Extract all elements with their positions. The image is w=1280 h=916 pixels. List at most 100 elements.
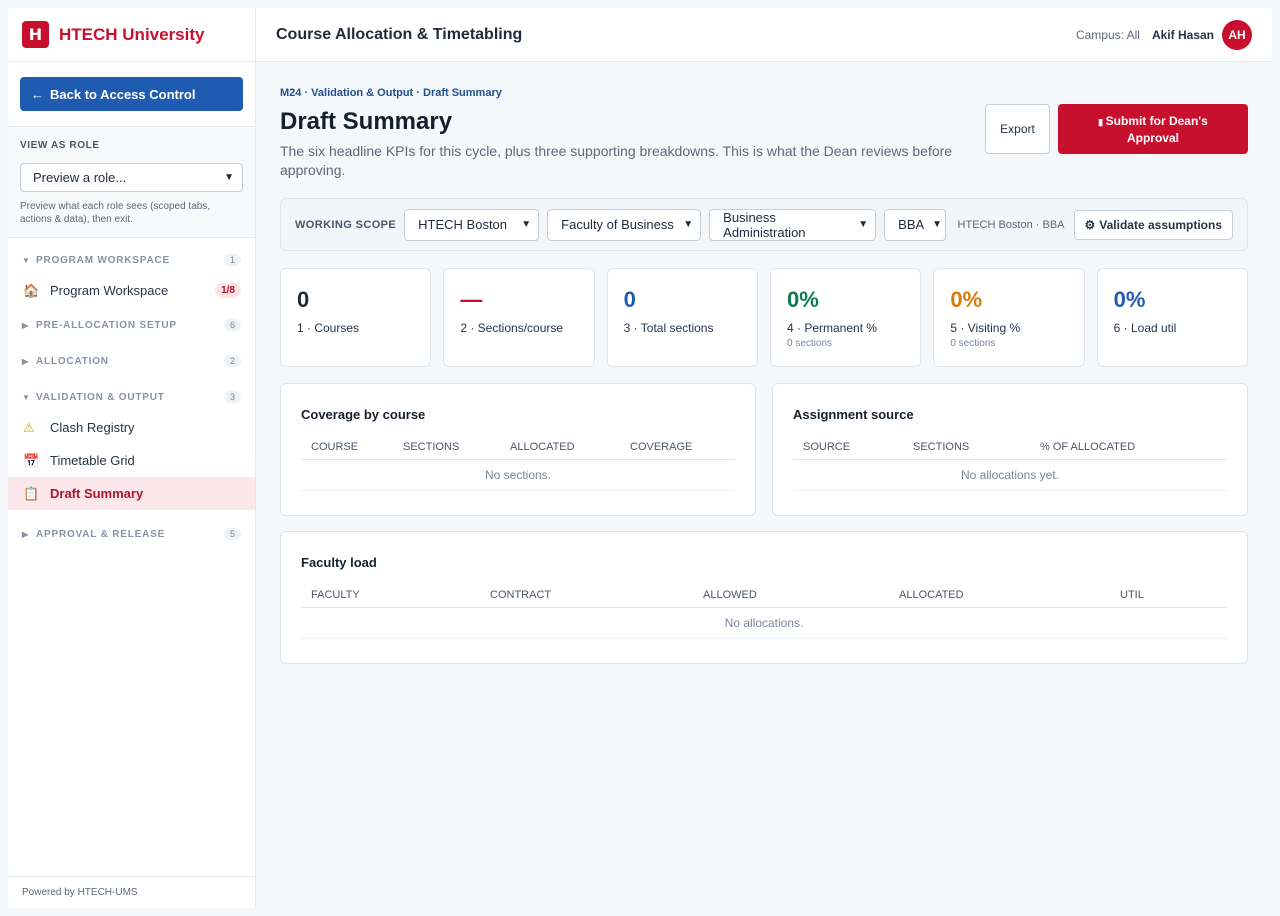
column-header[interactable]: % OF ALLOCATED (1030, 441, 1135, 453)
caret-right-icon: ▶ (22, 356, 29, 366)
kpi-caption: 4 · Permanent % (786, 321, 878, 335)
campus-indicator[interactable]: Campus: All (1076, 28, 1140, 42)
role-help-text: Preview what each role sees (scoped tabs… (20, 201, 211, 225)
sidebar-item-clash-registry[interactable]: ⚠ Clash Registry (8, 411, 255, 444)
view-as-role-title: VIEW AS ROLE (20, 140, 100, 151)
nav-section-count: 3 (223, 391, 241, 403)
avatar[interactable]: AH (1222, 19, 1252, 50)
faculty-select[interactable]: Faculty of Business ▼ (547, 208, 702, 241)
house-icon: 🏠 (23, 282, 40, 298)
warning-icon: ⚠ (23, 419, 35, 435)
sidebar-item-draft-summary[interactable]: 📋 Draft Summary (8, 477, 255, 510)
nav-section-program-workspace[interactable]: ▼ PROGRAM WORKSPACE 1 (8, 246, 255, 274)
sidebar-item-label: Timetable Grid (50, 453, 135, 468)
working-scope-label: WORKING SCOPE (295, 218, 397, 231)
empty-state: No allocations yet. (793, 460, 1227, 491)
sidebar-item-label: Program Workspace (50, 283, 169, 298)
role-select[interactable]: Preview a role... ▼ (20, 163, 243, 192)
column-header[interactable]: UTIL (1110, 589, 1144, 601)
kpi-card: 0 3 · Total sections (606, 268, 758, 367)
caret-right-icon: ▶ (22, 320, 29, 330)
back-button-label: Back to Access Control (50, 86, 196, 102)
column-header[interactable]: COVERAGE (620, 441, 692, 453)
nav-section-validation-output[interactable]: ▼ VALIDATION & OUTPUT 3 (8, 383, 255, 411)
nav-section-label: PRE-ALLOCATION SETUP (36, 319, 177, 331)
nav-section-label: PROGRAM WORKSPACE (36, 254, 170, 266)
column-header[interactable]: CONTRACT (480, 589, 693, 601)
kpi-card: 0% 5 · Visiting % 0 sections (933, 268, 1085, 367)
faculty-load-table-header: FACULTY CONTRACT ALLOWED ALLOCATED UTIL (301, 582, 1227, 608)
nav-section-count: 6 (223, 319, 241, 331)
validate-label: Validate assumptions (1099, 217, 1222, 232)
program-select[interactable]: BBA ▼ (884, 208, 947, 241)
column-header[interactable]: SECTIONS (393, 441, 500, 453)
column-header[interactable]: ALLOCATED (500, 441, 620, 453)
column-header[interactable]: SOURCE (793, 441, 903, 453)
progress-badge: 1/8 (215, 283, 241, 298)
kpi-value: 0 (297, 287, 310, 312)
nav-section-label: APPROVAL & RELEASE (36, 528, 166, 540)
sidebar-item-timetable-grid[interactable]: 📅 Timetable Grid (8, 444, 255, 477)
user-name[interactable]: Akif Hasan (1152, 28, 1214, 42)
kpi-note: 0 sections (950, 338, 996, 349)
brand-name: HTECH University (59, 24, 205, 44)
kpi-row: 0 1 · Courses — 2 · Sections/course 0 3 … (280, 268, 1248, 367)
caret-down-icon: ▼ (22, 255, 31, 265)
back-to-access-control-button[interactable]: ← Back to Access Control (20, 77, 243, 111)
kpi-value: — (460, 287, 483, 312)
topbar: Course Allocation & Timetabling Campus: … (256, 8, 1272, 62)
coverage-table-header: COURSE SECTIONS ALLOCATED COVERAGE (301, 434, 735, 460)
kpi-card: 0% 4 · Permanent % 0 sections (769, 268, 922, 367)
app-title: Course Allocation & Timetabling (276, 25, 523, 43)
arrow-left-icon: ← (31, 86, 44, 102)
submit-for-approval-button[interactable]: ▮ Submit for Dean's Approval (1058, 104, 1248, 154)
sidebar-nav: ▼ PROGRAM WORKSPACE 1 🏠 Program Workspac… (8, 240, 255, 548)
column-header[interactable]: FACULTY (301, 589, 480, 601)
column-header[interactable]: ALLOWED (693, 589, 889, 601)
sidebar: H HTECH University ← Back to Access Cont… (8, 8, 256, 908)
caret-down-icon: ▼ (22, 392, 31, 402)
page-title: Draft Summary (280, 108, 453, 135)
kpi-value: 0% (950, 287, 983, 312)
kpi-caption: 3 · Total sections (623, 321, 714, 335)
kpi-card: — 2 · Sections/course (443, 268, 595, 367)
chevron-down-icon: ▼ (683, 219, 694, 230)
kpi-card: 0% 6 · Load util (1096, 268, 1248, 367)
chevron-down-icon: ▼ (858, 219, 869, 230)
faculty-load-title: Faculty load (301, 555, 377, 570)
role-select-value: Preview a role... (33, 170, 127, 185)
validate-assumptions-button[interactable]: ⚙ Validate assumptions (1073, 209, 1233, 240)
export-button[interactable]: Export (985, 104, 1050, 154)
department-select[interactable]: Business Administration ▼ (709, 208, 877, 241)
nav-section-count: 5 (223, 528, 241, 540)
kpi-caption: 1 · Courses (297, 321, 360, 335)
assignment-table-header: SOURCE SECTIONS % OF ALLOCATED (793, 434, 1227, 460)
submit-button-label: ▮ Submit for Dean's Approval (1080, 113, 1226, 146)
empty-state: No sections. (301, 460, 735, 491)
campus-select[interactable]: HTECH Boston ▼ (404, 208, 540, 241)
column-header[interactable]: ALLOCATED (889, 589, 1110, 601)
nav-section-pre-allocation-setup[interactable]: ▶ PRE-ALLOCATION SETUP 6 (8, 311, 255, 339)
book-icon: ▮ (1098, 116, 1106, 127)
sidebar-item-label: Draft Summary (50, 486, 144, 501)
sidebar-item-label: Clash Registry (50, 420, 135, 435)
view-as-role-panel: VIEW AS ROLE Preview a role... ▼ Preview… (8, 126, 255, 238)
column-header[interactable]: COURSE (301, 441, 393, 453)
chevron-down-icon: ▼ (224, 172, 234, 183)
submit-label-text: Submit for Dean's Approval (1105, 113, 1208, 145)
nav-section-count: 1 (223, 254, 241, 266)
sidebar-footer: Powered by HTECH-UMS (8, 876, 255, 908)
breadcrumb: M24 · Validation & Output · Draft Summar… (280, 87, 502, 99)
chevron-down-icon: ▼ (521, 219, 532, 230)
nav-section-approval-release[interactable]: ▶ APPROVAL & RELEASE 5 (8, 520, 255, 548)
nav-section-label: VALIDATION & OUTPUT (36, 391, 165, 403)
empty-state: No allocations. (301, 608, 1227, 639)
caret-right-icon: ▶ (22, 529, 29, 539)
kpi-note: 0 sections (786, 338, 833, 349)
brand[interactable]: H HTECH University (8, 8, 255, 62)
nav-section-allocation[interactable]: ▶ ALLOCATION 2 (8, 347, 255, 375)
faculty-load-panel: Faculty load FACULTY CONTRACT ALLOWED AL… (280, 531, 1248, 664)
column-header[interactable]: SECTIONS (903, 441, 1030, 453)
sidebar-item-program-workspace[interactable]: 🏠 Program Workspace 1/8 (8, 274, 255, 307)
brand-logo: H (22, 21, 49, 48)
